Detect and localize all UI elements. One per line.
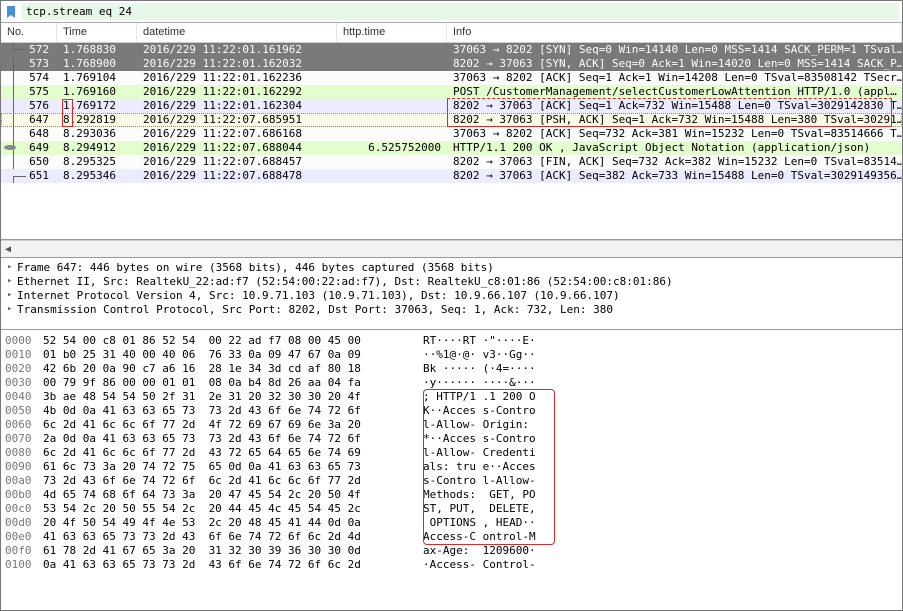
display-filter-input[interactable] [22,3,899,20]
expand-icon[interactable]: ▸ [7,262,17,272]
column-httptime[interactable]: http.time [337,23,447,42]
expand-icon[interactable]: ▸ [7,304,17,314]
packet-row[interactable]: 6478.2928192016/229 11:22:07.6859518202 … [1,113,902,127]
hex-row[interactable]: 00702a 0d 0a 41 63 63 65 73 73 2d 43 6f … [5,432,902,446]
hex-row[interactable]: 00403b ae 48 54 54 50 2f 31 2e 31 20 32 … [5,390,902,404]
column-no[interactable]: No. [1,23,57,42]
packet-details-pane[interactable]: ▸Frame 647: 446 bytes on wire (3568 bits… [1,258,902,330]
hex-row[interactable]: 00c053 54 2c 20 50 55 54 2c 20 44 45 4c … [5,502,902,516]
hex-row[interactable]: 00a073 2d 43 6f 6e 74 72 6f 6c 2d 41 6c … [5,474,902,488]
scroll-left-icon[interactable]: ◀ [5,244,11,255]
packet-row[interactable]: 5741.7691042016/229 11:22:01.16223637063… [1,71,902,85]
packet-row[interactable]: 6498.2949122016/229 11:22:07.6880446.525… [1,141,902,155]
packet-row[interactable]: 5761.7691722016/229 11:22:01.1623048202 … [1,99,902,113]
packet-list-pane: No. Time datetime http.time Info 5721.76… [1,23,902,240]
hex-row[interactable]: 00606c 2d 41 6c 6c 6f 77 2d 4f 72 69 67 … [5,418,902,432]
column-info[interactable]: Info [447,23,902,42]
hex-row[interactable]: 000052 54 00 c8 01 86 52 54 00 22 ad f7 … [5,334,902,348]
hex-row[interactable]: 00e041 63 63 65 73 73 2d 43 6f 6e 74 72 … [5,530,902,544]
detail-item[interactable]: ▸Ethernet II, Src: RealtekU_22:ad:f7 (52… [1,274,902,288]
display-filter-bar [1,1,902,23]
hex-row[interactable]: 00b04d 65 74 68 6f 64 73 3a 20 47 45 54 … [5,488,902,502]
hex-row[interactable]: 00d020 4f 50 54 49 4f 4e 53 2c 20 48 45 … [5,516,902,530]
hex-row[interactable]: 001001 b0 25 31 40 00 40 06 76 33 0a 09 … [5,348,902,362]
packet-bytes-pane[interactable]: 000052 54 00 c8 01 86 52 54 00 22 ad f7 … [1,330,902,576]
packet-list-header: No. Time datetime http.time Info [1,23,902,43]
hex-row[interactable]: 00f061 78 2d 41 67 65 3a 20 31 32 30 39 … [5,544,902,558]
hex-row[interactable]: 002042 6b 20 0a 90 c7 a6 16 28 1e 34 3d … [5,362,902,376]
expand-icon[interactable]: ▸ [7,290,17,300]
packet-row[interactable]: 5721.7688302016/229 11:22:01.16196237063… [1,43,902,57]
detail-item[interactable]: ▸Frame 647: 446 bytes on wire (3568 bits… [1,260,902,274]
packet-list-body[interactable]: 5721.7688302016/229 11:22:01.16196237063… [1,43,902,183]
column-time[interactable]: Time [57,23,137,42]
expand-icon[interactable]: ▸ [7,276,17,286]
packet-row[interactable]: 5731.7689002016/229 11:22:01.1620328202 … [1,57,902,71]
column-datetime[interactable]: datetime [137,23,337,42]
hex-row[interactable]: 009061 6c 73 3a 20 74 72 75 65 0d 0a 41 … [5,460,902,474]
packet-row[interactable]: 6508.2953252016/229 11:22:07.6884578202 … [1,155,902,169]
packet-row[interactable]: 6488.2930362016/229 11:22:07.68616837063… [1,127,902,141]
bookmark-icon[interactable] [4,5,18,19]
hex-row[interactable]: 003000 79 9f 86 00 00 01 01 08 0a b4 8d … [5,376,902,390]
horizontal-scrollbar[interactable]: ◀ [1,240,902,258]
hex-row[interactable]: 00806c 2d 41 6c 6c 6f 77 2d 43 72 65 64 … [5,446,902,460]
hex-row[interactable]: 00504b 0d 0a 41 63 63 65 73 73 2d 43 6f … [5,404,902,418]
packet-row[interactable]: 6518.2953462016/229 11:22:07.6884788202 … [1,169,902,183]
detail-item[interactable]: ▸Transmission Control Protocol, Src Port… [1,302,902,316]
detail-item[interactable]: ▸Internet Protocol Version 4, Src: 10.9.… [1,288,902,302]
packet-row[interactable]: 5751.7691602016/229 11:22:01.162292POST … [1,85,902,99]
hex-row[interactable]: 01000a 41 63 63 65 73 73 2d 43 6f 6e 74 … [5,558,902,572]
